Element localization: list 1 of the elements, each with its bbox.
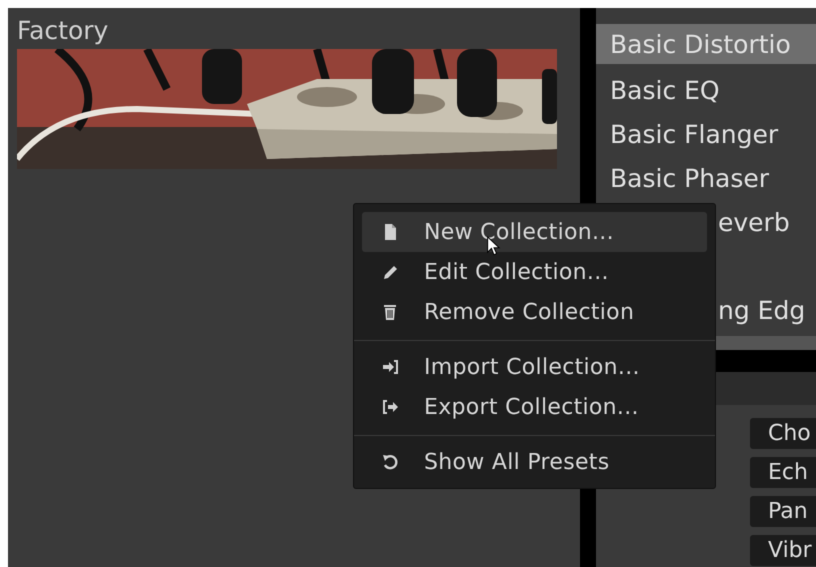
- panel-title: Factory: [17, 16, 108, 46]
